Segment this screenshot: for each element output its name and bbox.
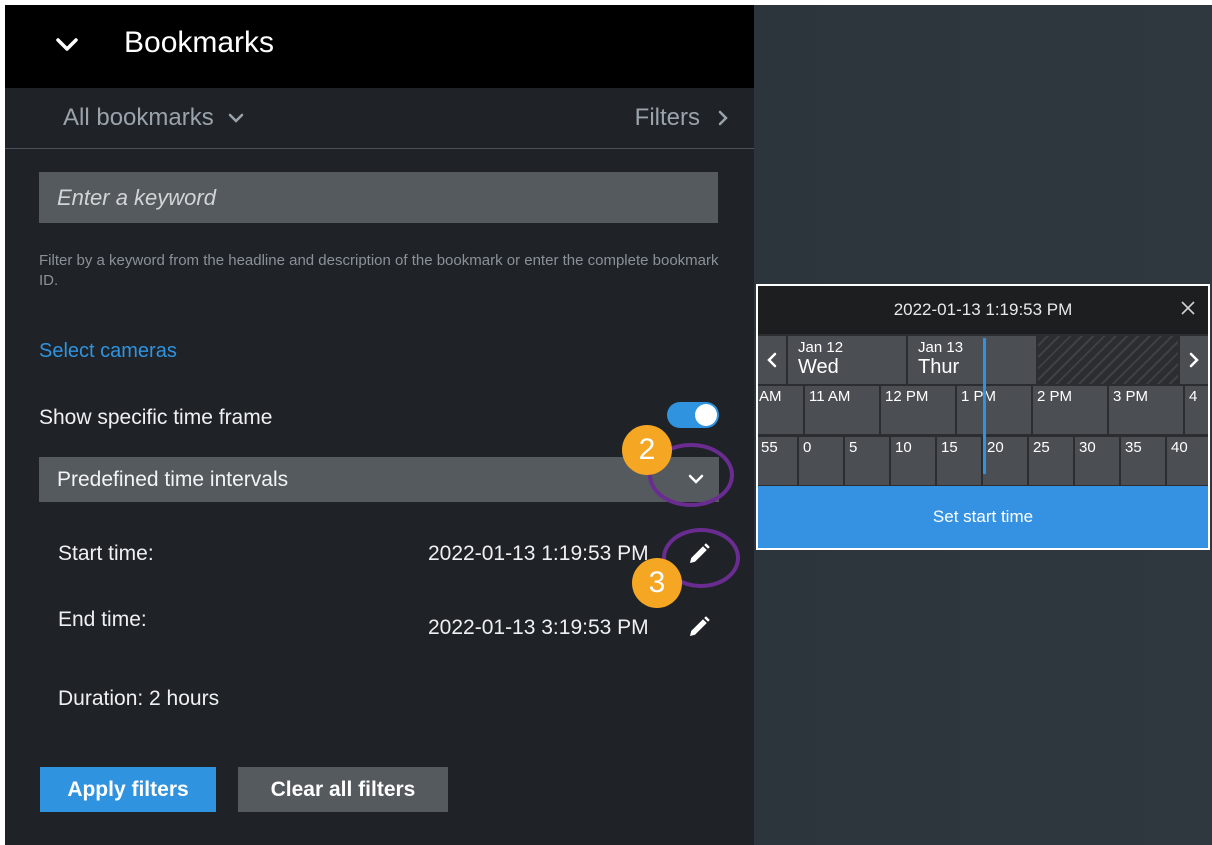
apply-filters-button[interactable]: Apply filters bbox=[40, 767, 216, 812]
end-time-value: 2022-01-13 3:19:53 PM bbox=[428, 616, 649, 639]
minute-label: 20 bbox=[987, 439, 1004, 456]
clear-all-filters-button[interactable]: Clear all filters bbox=[238, 767, 448, 812]
toggle-knob bbox=[695, 404, 717, 426]
minute-tick[interactable]: 25 bbox=[1028, 437, 1074, 485]
minute-label: 25 bbox=[1033, 439, 1050, 456]
unavailable-future-area bbox=[1038, 336, 1178, 384]
bookmarks-panel: Bookmarks All bookmarks Filters Filter b… bbox=[5, 5, 754, 845]
callout-badge-2: 2 bbox=[622, 425, 672, 475]
day-jan-13[interactable]: Jan 13 Thur bbox=[908, 336, 1036, 384]
end-time-label: End time: bbox=[58, 608, 147, 631]
time-frame-label: Show specific time frame bbox=[39, 406, 273, 429]
chevron-right-icon bbox=[718, 110, 728, 126]
subheader: All bookmarks Filters bbox=[5, 88, 754, 149]
minute-label: 30 bbox=[1079, 439, 1096, 456]
minute-tick[interactable]: 35 bbox=[1120, 437, 1166, 485]
chevron-left-icon bbox=[767, 352, 777, 368]
hour-tick[interactable]: 1 PM bbox=[956, 386, 1032, 434]
hour-label: 11 AM bbox=[809, 388, 851, 405]
current-time-marker[interactable] bbox=[983, 338, 986, 474]
chevron-down-icon[interactable] bbox=[55, 33, 79, 57]
minute-label: 15 bbox=[941, 439, 958, 456]
all-bookmarks-label: All bookmarks bbox=[63, 104, 214, 131]
hour-tick[interactable]: 3 PM bbox=[1108, 386, 1184, 434]
hour-label: 4 bbox=[1189, 388, 1198, 405]
start-time-label: Start time: bbox=[58, 542, 154, 565]
minute-tick[interactable]: 55 bbox=[758, 437, 798, 485]
hour-label: 1 PM bbox=[961, 388, 997, 405]
minute-tick[interactable]: 5 bbox=[844, 437, 890, 485]
start-time-value: 2022-01-13 1:19:53 PM bbox=[428, 542, 649, 565]
callout-badge-3: 3 bbox=[632, 558, 682, 608]
hour-label: 2 PM bbox=[1037, 388, 1073, 405]
minute-label: 55 bbox=[761, 439, 778, 456]
interval-selected-label: Predefined time intervals bbox=[57, 468, 289, 491]
minute-label: 10 bbox=[895, 439, 912, 456]
hour-tick[interactable]: 12 PM bbox=[880, 386, 956, 434]
minute-label: 35 bbox=[1125, 439, 1142, 456]
minute-tick[interactable]: 40 bbox=[1166, 437, 1208, 485]
all-bookmarks-dropdown[interactable]: All bookmarks bbox=[63, 104, 244, 132]
set-start-time-button[interactable]: Set start time bbox=[758, 486, 1208, 548]
keyword-help-text: Filter by a keyword from the headline an… bbox=[39, 252, 719, 289]
hour-label: AM bbox=[759, 388, 782, 405]
pencil-icon[interactable] bbox=[687, 615, 711, 639]
picker-header: 2022-01-13 1:19:53 PM bbox=[758, 286, 1208, 334]
minute-tick[interactable]: 10 bbox=[890, 437, 936, 485]
minute-tick[interactable]: 15 bbox=[936, 437, 982, 485]
minute-label: 0 bbox=[803, 439, 812, 456]
chevron-down-icon bbox=[228, 113, 243, 123]
chevron-right-icon bbox=[1189, 352, 1199, 368]
hour-tick[interactable]: 2 PM bbox=[1032, 386, 1108, 434]
app-frame: Bookmarks All bookmarks Filters Filter b… bbox=[5, 5, 1212, 845]
hour-label: 3 PM bbox=[1113, 388, 1149, 405]
minute-label: 40 bbox=[1171, 439, 1188, 456]
minute-label: 5 bbox=[849, 439, 858, 456]
duration-text: Duration: 2 hours bbox=[58, 687, 220, 710]
minute-tick[interactable]: 30 bbox=[1074, 437, 1120, 485]
day-name: Thur bbox=[918, 356, 960, 378]
hour-tick[interactable]: AM bbox=[758, 386, 804, 434]
time-interval-select[interactable]: Predefined time intervals bbox=[39, 457, 719, 502]
keyword-search-input[interactable] bbox=[39, 172, 718, 223]
time-frame-toggle[interactable] bbox=[667, 402, 719, 428]
hour-label: 12 PM bbox=[885, 388, 929, 405]
panel-header: Bookmarks bbox=[5, 5, 754, 88]
minute-tick[interactable]: 20 bbox=[982, 437, 1028, 485]
time-picker-popup: 2022-01-13 1:19:53 PM Jan 12 Wed Jan 13 … bbox=[756, 284, 1210, 550]
day-date: Jan 13 bbox=[918, 339, 964, 356]
day-jan-12[interactable]: Jan 12 Wed bbox=[788, 336, 906, 384]
hour-tick[interactable]: 11 AM bbox=[804, 386, 880, 434]
select-cameras-link[interactable]: Select cameras bbox=[39, 339, 177, 363]
prev-day-button[interactable] bbox=[758, 336, 786, 384]
close-icon[interactable] bbox=[1180, 300, 1196, 316]
hour-tick[interactable]: 4 bbox=[1184, 386, 1208, 434]
next-day-button[interactable] bbox=[1180, 336, 1208, 384]
day-name: Wed bbox=[798, 356, 839, 378]
filters-link[interactable]: Filters bbox=[635, 104, 728, 132]
minute-tick[interactable]: 0 bbox=[798, 437, 844, 485]
panel-title: Bookmarks bbox=[124, 26, 275, 59]
day-date: Jan 12 bbox=[798, 339, 844, 356]
picker-title: 2022-01-13 1:19:53 PM bbox=[893, 300, 1073, 319]
filters-label: Filters bbox=[634, 104, 700, 131]
